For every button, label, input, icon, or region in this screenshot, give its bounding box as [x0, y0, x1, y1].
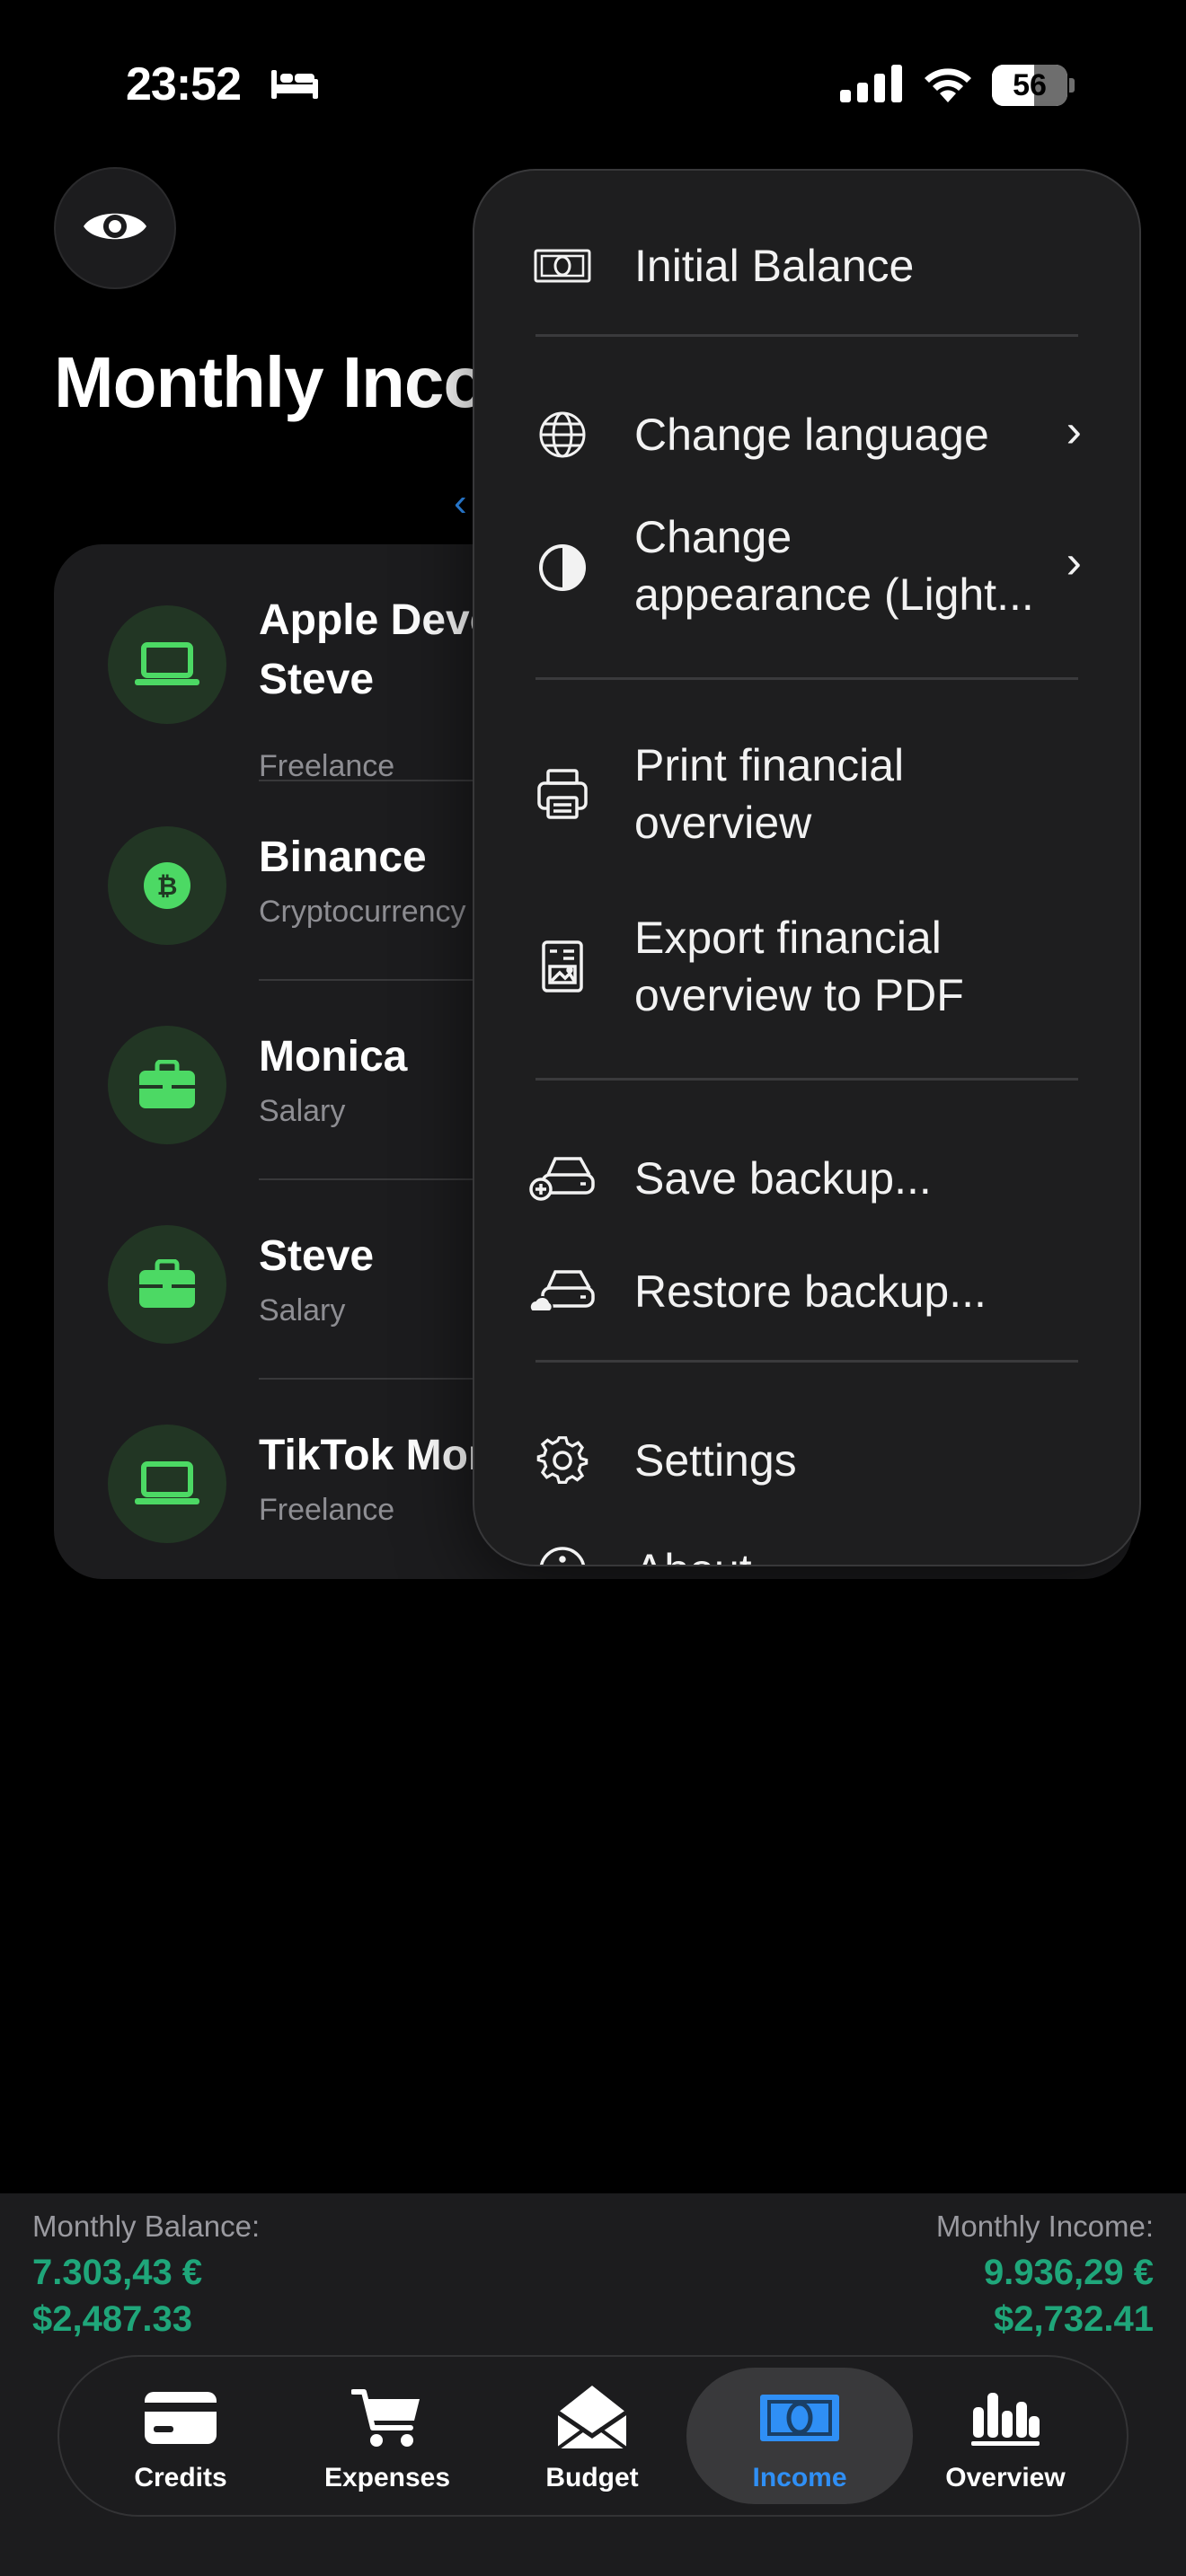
eye-icon: [82, 206, 148, 251]
battery-level: 56: [1013, 68, 1047, 102]
drive-add-icon: [528, 1150, 597, 1207]
menu-item-label: Export financial overview to PDF: [634, 913, 964, 1020]
wifi-icon: [920, 61, 976, 109]
tab-label: Credits: [134, 2463, 227, 2492]
menu-item-save-backup[interactable]: Save backup...: [474, 1130, 1139, 1229]
tab-label: Income: [752, 2463, 847, 2492]
envelope-icon: [554, 2382, 630, 2454]
income-usd: $2,732.41: [994, 2299, 1154, 2339]
toggle-visibility-button[interactable]: [54, 167, 176, 289]
chevron-left-icon: ‹: [454, 481, 467, 525]
income-summary: Monthly Income: 9.936,29 € $2,732.41: [936, 2210, 1154, 2342]
document-image-icon: [534, 938, 591, 995]
menu-separator: [535, 1078, 1078, 1081]
menu-item-change-appearance[interactable]: Change appearance (Light... ›: [474, 499, 1139, 634]
info-icon: [534, 1541, 591, 1565]
options-menu: Initial Balance Change language › Change…: [473, 169, 1141, 1566]
tab-label: Budget: [545, 2463, 639, 2492]
banknote-icon: [758, 2382, 841, 2454]
menu-item-change-language[interactable]: Change language ›: [474, 386, 1139, 485]
gear-icon: [534, 1432, 591, 1489]
contrast-icon: [534, 539, 591, 596]
battery-icon: 56: [992, 65, 1075, 106]
tab-budget[interactable]: Budget: [489, 2368, 695, 2504]
cart-icon: [351, 2382, 423, 2454]
printer-icon: [534, 765, 591, 823]
tab-overview[interactable]: Overview: [902, 2368, 1109, 2504]
income-name: Steve: [259, 1232, 375, 1280]
previous-month-button[interactable]: ‹: [454, 481, 467, 525]
balance-eur: 7.303,43 €: [32, 2253, 203, 2292]
drive-cloud-icon: [528, 1263, 597, 1320]
briefcase-icon: [108, 1225, 226, 1344]
banknote-icon: [534, 237, 591, 295]
income-category: Freelance: [259, 1493, 395, 1527]
bitcoin-icon: ₿: [108, 826, 226, 945]
tab-income[interactable]: Income: [686, 2368, 913, 2504]
balance-label: Monthly Balance:: [32, 2210, 261, 2243]
menu-separator: [535, 1360, 1078, 1363]
chevron-right-icon: ›: [1066, 536, 1082, 588]
menu-item-restore-backup[interactable]: Restore backup...: [474, 1243, 1139, 1342]
menu-item-label: Print financial overview: [634, 740, 905, 848]
menu-item-label: Save backup...: [634, 1153, 932, 1204]
bed-icon: [270, 66, 320, 105]
svg-text:₿: ₿: [157, 871, 178, 901]
income-name: Binance: [259, 834, 427, 881]
status-time: 23:52: [126, 58, 242, 110]
cellular-signal-icon: [840, 65, 903, 107]
menu-item-label: Settings: [634, 1435, 797, 1486]
tab-label: Expenses: [323, 2463, 451, 2492]
balance-usd: $2,487.33: [32, 2299, 192, 2339]
tab-expenses[interactable]: Expenses: [284, 2368, 491, 2504]
income-label: Monthly Income:: [935, 2210, 1154, 2243]
chevron-right-icon: ›: [1066, 405, 1082, 457]
menu-item-label: Restore backup...: [634, 1266, 987, 1317]
income-category: Salary: [259, 1094, 346, 1128]
income-category: Salary: [259, 1293, 346, 1328]
bar-chart-icon: [969, 2382, 1041, 2454]
income-name: Monica: [259, 1033, 408, 1081]
income-category: Cryptocurrency: [259, 895, 466, 929]
menu-item-settings[interactable]: Settings: [474, 1412, 1139, 1511]
menu-item-label: Change language: [634, 410, 989, 460]
menu-item-export-pdf[interactable]: Export financial overview to PDF: [474, 900, 1139, 1035]
tab-credits[interactable]: Credits: [77, 2368, 284, 2504]
menu-item-about[interactable]: About: [474, 1522, 1139, 1565]
laptop-icon: [108, 1425, 226, 1543]
menu-item-print[interactable]: Print financial overview: [474, 728, 1139, 862]
menu-separator: [535, 677, 1078, 680]
menu-item-label: Initial Balance: [634, 241, 915, 291]
balance-summary: Monthly Balance: 7.303,43 € $2,487.33: [32, 2210, 260, 2342]
menu-item-initial-balance[interactable]: Initial Balance: [474, 221, 1139, 311]
menu-item-label: Change appearance (Light...: [634, 512, 1034, 620]
briefcase-icon: [108, 1026, 226, 1144]
globe-icon: [534, 406, 591, 463]
menu-item-label: About: [634, 1541, 752, 1565]
credit-card-icon: [143, 2382, 218, 2454]
laptop-icon: [108, 605, 226, 724]
tab-bar: Credits Expenses Budget Income Overview: [58, 2355, 1128, 2517]
tab-label: Overview: [945, 2463, 1066, 2492]
menu-separator: [535, 334, 1078, 337]
income-eur: 9.936,29 €: [983, 2253, 1154, 2292]
